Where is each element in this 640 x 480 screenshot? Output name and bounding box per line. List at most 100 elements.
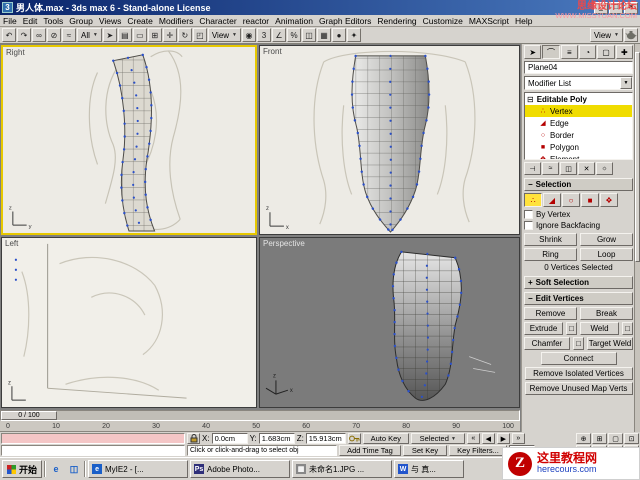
edge-mode-icon[interactable]: ◢ — [543, 193, 561, 207]
task-button-document[interactable]: W 与 真... — [394, 460, 465, 478]
stack-item-vertex[interactable]: ∴ Vertex — [525, 105, 632, 117]
display-tab-icon[interactable]: ▢ — [597, 45, 615, 59]
menu-reactor[interactable]: reactor — [240, 16, 272, 26]
lock-selection-icon[interactable] — [187, 433, 200, 444]
menu-help[interactable]: Help — [512, 16, 535, 26]
viewport-perspective[interactable]: Perspective z x — [259, 237, 520, 408]
render-scene-icon[interactable]: ✦ — [347, 28, 361, 42]
create-tab-icon[interactable]: ➤ — [524, 45, 542, 59]
stack-root-row[interactable]: ⊟ Editable Poly — [525, 93, 632, 105]
chamfer-settings-icon[interactable]: □ — [573, 337, 584, 350]
viewport-label[interactable]: Front — [263, 47, 282, 56]
rectangular-selection-icon[interactable]: ▭ — [132, 28, 147, 42]
collapse-toggle-icon[interactable]: ⊟ — [527, 95, 534, 104]
checkbox-icon[interactable] — [524, 221, 533, 230]
set-keys-key-icon[interactable] — [347, 433, 361, 444]
by-vertex-checkbox-row[interactable]: By Vertex — [524, 209, 633, 220]
mirror-icon[interactable]: ◫ — [302, 28, 316, 42]
viewport-left[interactable]: Left z — [1, 237, 257, 408]
viewport-label[interactable]: Perspective — [263, 239, 305, 248]
auto-key-button[interactable]: Auto Key — [362, 433, 409, 444]
make-unique-icon[interactable]: ◫ — [560, 162, 577, 175]
viewport-right[interactable]: Right z y — [1, 45, 257, 235]
rollout-selection[interactable]: − Selection — [524, 178, 633, 191]
command-panel-scrollbar[interactable] — [634, 44, 640, 433]
object-name-field[interactable]: Plane04 — [524, 61, 633, 74]
show-end-result-icon[interactable]: ≈ — [542, 162, 559, 175]
window-crossing-icon[interactable]: ⊞ — [147, 28, 162, 42]
layer-manager-icon[interactable]: ▦ — [317, 28, 331, 42]
zoom-icon[interactable]: ⊕ — [576, 433, 591, 444]
rollout-soft-selection[interactable]: + Soft Selection — [524, 276, 633, 289]
motion-tab-icon[interactable]: ◔ — [578, 45, 597, 59]
menu-modifiers[interactable]: Modifiers — [156, 16, 196, 26]
menu-file[interactable]: File — [0, 16, 20, 26]
grow-button[interactable]: Grow — [580, 233, 633, 246]
modifier-list-dropdown[interactable]: Modifier List ▼ — [524, 76, 633, 90]
menu-rendering[interactable]: Rendering — [374, 16, 419, 26]
chamfer-button[interactable]: Chamfer — [524, 337, 570, 350]
percent-snap-icon[interactable]: % — [287, 28, 301, 42]
task-button-image[interactable]: ▦ 未命名1.JPG ... — [292, 460, 393, 478]
connect-button[interactable]: Connect — [540, 352, 617, 365]
selection-filter-dropdown[interactable]: All ▼ — [77, 28, 102, 42]
z-coord-field[interactable]: 15.913cm — [305, 433, 346, 444]
vertex-mode-icon[interactable]: ∴ — [524, 193, 542, 207]
reference-coordsys-dropdown[interactable]: View ▼ — [207, 28, 241, 42]
key-filters-button[interactable]: Key Filters... — [449, 445, 507, 456]
zoom-extents-icon[interactable]: ▢ — [608, 433, 623, 444]
remove-button[interactable]: Remove — [524, 307, 577, 320]
start-button[interactable]: 开始 — [2, 460, 43, 478]
select-link-icon[interactable]: ∞ — [32, 28, 46, 42]
quick-launch-icon[interactable]: e — [48, 461, 64, 477]
configure-modifier-icon[interactable]: ☼ — [596, 162, 613, 175]
border-mode-icon[interactable]: ○ — [562, 193, 580, 207]
redo-icon[interactable]: ↷ — [17, 28, 31, 42]
track-bar[interactable]: 0 10 20 30 40 50 60 70 80 90 100 — [0, 421, 520, 432]
select-object-icon[interactable]: ➤ — [102, 28, 117, 42]
go-to-start-icon[interactable]: « — [466, 433, 480, 444]
menu-graph-editors[interactable]: Graph Editors — [316, 16, 374, 26]
menu-customize[interactable]: Customize — [420, 16, 466, 26]
checkbox-icon[interactable] — [524, 210, 533, 219]
task-button-myie2[interactable]: e MyIE2 - [... — [88, 460, 189, 478]
key-mode-dropdown[interactable]: Selected ▼ — [410, 433, 465, 444]
zoom-extents-all-icon[interactable]: ⊡ — [624, 433, 639, 444]
quick-launch-icon[interactable]: ◫ — [66, 461, 82, 477]
select-scale-icon[interactable]: ◰ — [192, 28, 207, 42]
bind-spacewarp-icon[interactable]: ≈ — [62, 28, 76, 42]
x-coord-field[interactable]: 0.0cm — [211, 433, 248, 444]
hierarchy-tab-icon[interactable]: ≡ — [560, 45, 578, 59]
menu-views[interactable]: Views — [96, 16, 125, 26]
task-button-photoshop[interactable]: Ps Adobe Photo... — [190, 460, 291, 478]
break-button[interactable]: Break — [580, 307, 633, 320]
zoom-all-icon[interactable]: ⊞ — [592, 433, 607, 444]
menu-character[interactable]: Character — [196, 16, 239, 26]
stack-item-polygon[interactable]: ■ Polygon — [525, 141, 632, 153]
weld-settings-icon[interactable]: □ — [622, 322, 633, 335]
stack-item-border[interactable]: ○ Border — [525, 129, 632, 141]
menu-create[interactable]: Create — [124, 16, 156, 26]
scrollbar-thumb[interactable] — [635, 52, 640, 262]
snap-toggle-icon[interactable]: 3 — [257, 28, 271, 42]
menu-tools[interactable]: Tools — [40, 16, 66, 26]
time-slider[interactable]: 0 / 100 — [0, 410, 520, 421]
select-rotate-icon[interactable]: ↻ — [177, 28, 192, 42]
menu-edit[interactable]: Edit — [20, 16, 41, 26]
ring-button[interactable]: Ring — [524, 248, 577, 261]
shrink-button[interactable]: Shrink — [524, 233, 577, 246]
play-animation-icon[interactable]: ▶ — [496, 433, 510, 444]
polygon-mode-icon[interactable]: ■ — [581, 193, 599, 207]
select-by-name-icon[interactable]: ▤ — [117, 28, 132, 42]
stack-item-edge[interactable]: ◢ Edge — [525, 117, 632, 129]
add-time-tag[interactable]: Add Time Tag — [339, 445, 401, 456]
viewport-label[interactable]: Right — [6, 48, 25, 57]
weld-button[interactable]: Weld — [580, 322, 619, 335]
y-coord-field[interactable]: 1.683cm — [258, 433, 295, 444]
extrude-button[interactable]: Extrude — [524, 322, 563, 335]
quick-render-teapot-icon[interactable] — [624, 28, 638, 42]
angle-snap-icon[interactable]: ∠ — [272, 28, 286, 42]
render-type-dropdown[interactable]: View ▼ — [589, 28, 623, 42]
go-to-end-icon[interactable]: » — [511, 433, 525, 444]
element-mode-icon[interactable]: ❖ — [600, 193, 618, 207]
